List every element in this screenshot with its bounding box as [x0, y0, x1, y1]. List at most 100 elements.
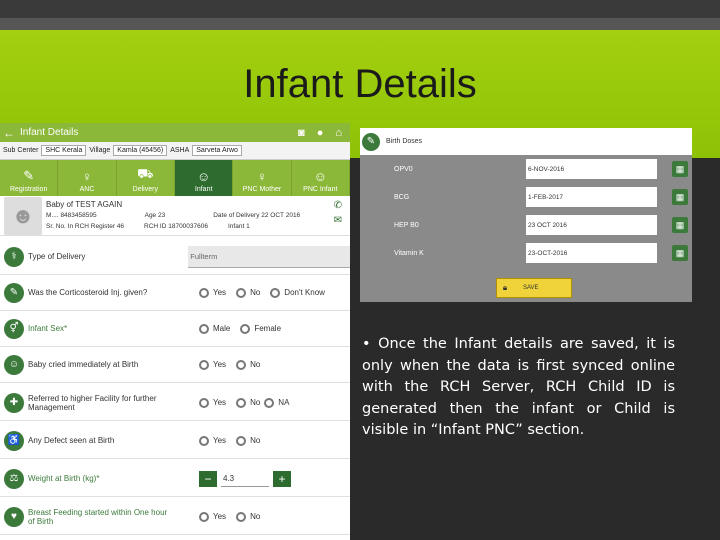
question-weight-at-birth: ⚖ Weight at Birth (kg)* − 4.3 + [0, 461, 350, 497]
pnc-mother-icon: ♀ [257, 169, 267, 184]
radio-yes[interactable] [199, 397, 209, 408]
rch-id: RCH ID 18700037606 [144, 223, 208, 230]
tab-infant[interactable]: ☺ Infant [174, 160, 234, 196]
radio-na[interactable] [264, 397, 275, 408]
radio-yes[interactable] [199, 435, 209, 446]
dose-row-bcg: BCG 1-FEB-2017 ▦ [360, 183, 692, 211]
question-baby-cried: ☺ Baby cried immediately at Birth Yes No [0, 347, 350, 383]
question-label: Breast Feeding started within One hour o… [28, 507, 168, 526]
option-label: Female [254, 324, 282, 333]
top-divider [0, 18, 720, 30]
pnc-infant-icon: ☺ [313, 169, 327, 184]
question-label: Weight at Birth (kg)* [28, 474, 100, 483]
radio-no[interactable] [236, 287, 247, 298]
radio-yes[interactable] [199, 511, 209, 522]
decrement-button[interactable]: − [199, 470, 217, 487]
message-icon[interactable]: ✉ [334, 215, 342, 226]
app-bar-title: Infant Details [20, 127, 79, 138]
injection-icon: ✎ [4, 282, 24, 303]
infant-details-screenshot: ← Infant Details ◙ ● ⌂ Sub Center SHC Ke… [0, 123, 350, 540]
tab-pnc-infant[interactable]: ☺ PNC Infant [292, 160, 350, 196]
back-arrow-icon[interactable]: ← [2, 126, 16, 140]
save-button[interactable]: 🔒︎ SAVE [496, 278, 572, 298]
option-label: No [250, 436, 261, 445]
village-label: Village [89, 147, 111, 154]
asha-select[interactable]: Sarveta Arwo [192, 145, 242, 156]
dose-label: OPV0 [394, 165, 413, 173]
bullet-marker: • [362, 336, 371, 352]
home-icon[interactable]: ⌂ [335, 127, 342, 139]
option-label: No [250, 512, 261, 521]
dose-row-hep-b0: HEP B0 23 OCT 2016 ▦ [360, 211, 692, 239]
radio-female[interactable] [240, 323, 251, 334]
radio-no[interactable] [236, 511, 247, 522]
dose-date-field[interactable]: 1-FEB-2017 [526, 187, 657, 207]
birth-doses-screenshot: ✎ Birth Doses OPV0 6-NOV-2016 ▦ BCG 1-FE… [360, 128, 692, 302]
option-label: NA [278, 398, 290, 407]
register-number: Sr. No. In RCH Register 46 [46, 223, 125, 230]
tab-label: Delivery [132, 186, 158, 193]
weight-input[interactable]: 4.3 [221, 471, 269, 487]
question-type-of-delivery: ⚕ Type of Delivery Fullterm [0, 239, 350, 275]
dose-label: Vitamin K [394, 249, 424, 257]
infant-name: Baby of TEST AGAIN [46, 200, 123, 209]
increment-button[interactable]: + [273, 470, 291, 487]
radio-no[interactable] [236, 435, 247, 446]
question-label: Baby cried immediately at Birth [28, 360, 139, 369]
radio-yes[interactable] [199, 359, 209, 370]
question-label: Infant Sex* [28, 324, 68, 333]
radio-dont-know[interactable] [270, 287, 281, 298]
tab-delivery[interactable]: ⛟ Delivery [117, 160, 175, 196]
question-label: Referred to higher Facility for further … [28, 393, 157, 412]
village-select[interactable]: Kamla (45456) [113, 145, 168, 156]
question-label: Was the Corticosteroid Inj. given? [28, 288, 148, 297]
option-label: Yes [213, 288, 227, 297]
option-label: Yes [213, 512, 227, 521]
option-label: No [250, 288, 261, 297]
phone-call-icon[interactable]: ✆ [334, 200, 342, 211]
calendar-icon[interactable]: ▦ [672, 161, 688, 177]
tab-anc[interactable]: ♀ ANC [58, 160, 117, 196]
question-any-defect: ♿ Any Defect seen at Birth Yes No [0, 423, 350, 459]
bullet-point: • Once the Infant details are saved, it … [362, 334, 675, 442]
calendar-icon[interactable]: ▦ [672, 217, 688, 233]
sub-center-label: Sub Center [3, 147, 39, 154]
referral-icon: ✚ [4, 392, 24, 413]
option-label: No [250, 398, 261, 407]
avatar: ☻ [4, 197, 42, 235]
calendar-icon[interactable]: ▦ [672, 245, 688, 261]
dose-date-field[interactable]: 6-NOV-2016 [526, 159, 657, 179]
tab-label: ANC [79, 186, 95, 193]
birth-doses-title: Birth Doses [386, 138, 423, 145]
bullet-text: Once the Infant details are saved, it is… [362, 336, 675, 438]
tab-registration[interactable]: ✎ Registration [0, 160, 59, 196]
question-referred: ✚ Referred to higher Facility for furthe… [0, 385, 350, 421]
dose-label: BCG [394, 193, 410, 201]
dose-date-field[interactable]: 23-OCT-2016 [526, 243, 657, 263]
radio-no[interactable] [236, 397, 247, 408]
sub-center-select[interactable]: SHC Kerala [41, 145, 87, 156]
birth-doses-header: ✎ Birth Doses [360, 128, 692, 155]
calendar-icon[interactable]: ▦ [672, 189, 688, 205]
tab-pnc-mother[interactable]: ♀ PNC Mother [233, 160, 292, 196]
gender-icon: ⚥ [4, 318, 24, 339]
dose-date-field[interactable]: 23 OCT 2016 [526, 215, 657, 235]
mobile-number: M.... 8483458595 [46, 212, 97, 219]
question-corticosteroid: ✎ Was the Corticosteroid Inj. given? Yes… [0, 275, 350, 311]
type-of-delivery-field[interactable]: Fullterm [188, 245, 350, 268]
radio-yes[interactable] [199, 287, 209, 298]
camera-icon[interactable]: ◙ [298, 127, 305, 139]
save-label: SAVE [523, 285, 539, 291]
radio-no[interactable] [236, 359, 247, 370]
lock-icon: 🔒︎ [502, 283, 508, 292]
tab-label: PNC Mother [242, 186, 282, 193]
syringe-icon: ✎ [362, 132, 380, 151]
question-infant-sex: ⚥ Infant Sex* Male Female [0, 311, 350, 347]
circle-icon[interactable]: ● [317, 127, 324, 139]
breastfeeding-icon: ♥ [4, 506, 24, 527]
option-label: No [250, 360, 261, 369]
dose-label: HEP B0 [394, 221, 419, 229]
registration-icon: ✎ [23, 168, 35, 183]
radio-male[interactable] [199, 323, 209, 334]
question-label: Type of Delivery [28, 252, 86, 261]
